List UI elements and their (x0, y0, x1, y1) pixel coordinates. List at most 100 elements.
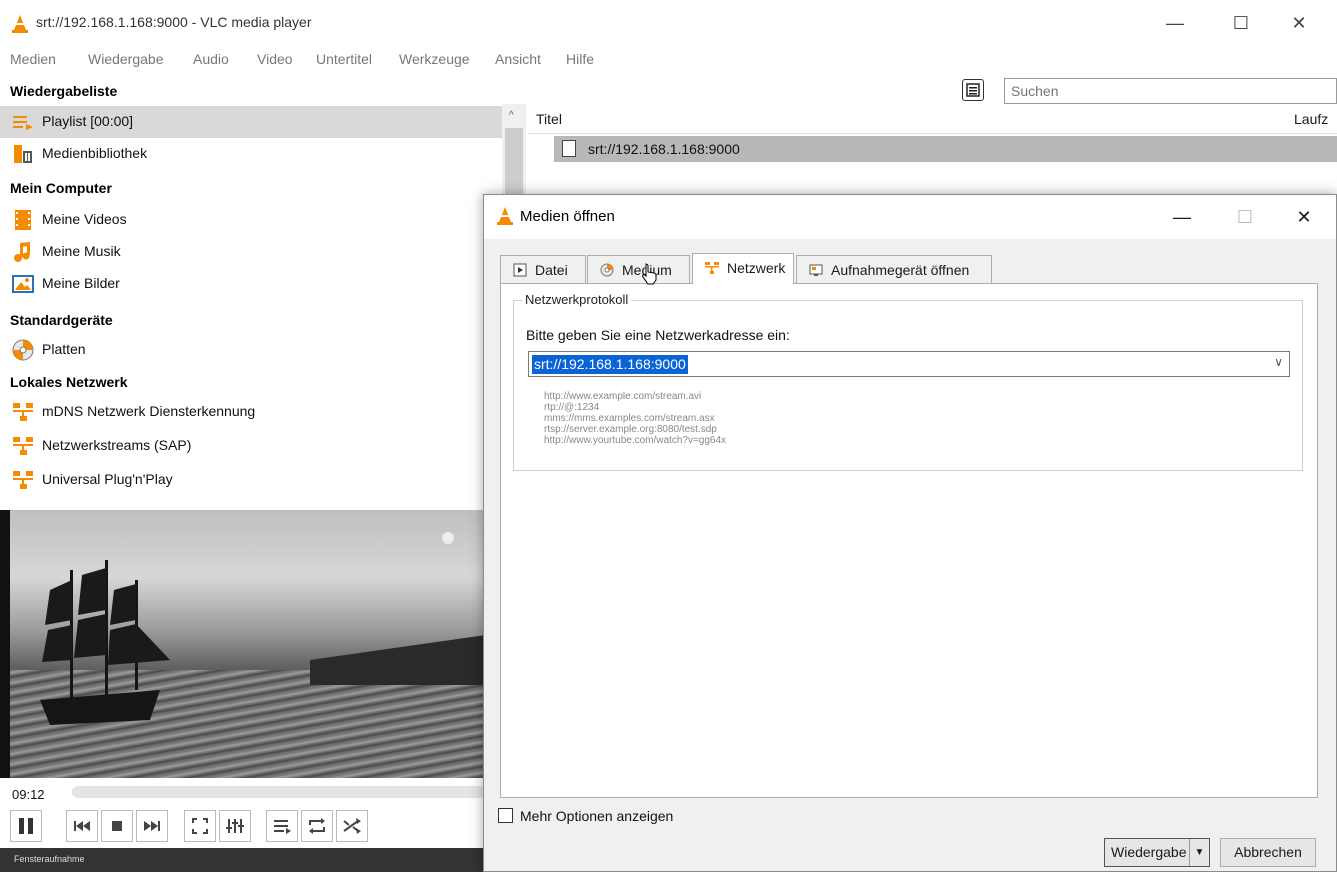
tab-datei[interactable]: Datei (500, 255, 586, 283)
network-tab-panel: Netzwerkprotokoll Bitte geben Sie eine N… (500, 283, 1318, 798)
video-output[interactable] (10, 510, 486, 778)
url-example: http://www.yourtube.com/watch?v=gg64x (544, 435, 727, 446)
network-icon (13, 403, 33, 421)
sidebar-item-meine-bilder[interactable]: Meine Bilder (0, 268, 502, 300)
sidebar-item-upnp[interactable]: Universal Plug'n'Play (0, 464, 502, 496)
capture-device-icon (809, 264, 823, 276)
playlist-view-toggle-button[interactable] (962, 79, 984, 101)
sidebar-item-media-library[interactable]: Medienbibliothek (0, 138, 502, 170)
section-title-lokales-netzwerk: Lokales Netzwerk (10, 374, 128, 390)
cancel-button[interactable]: Abbrechen (1220, 838, 1316, 867)
playlist-header: Titel Laufz (528, 104, 1337, 134)
tab-netzwerk[interactable]: Netzwerk (692, 253, 794, 284)
file-play-icon (513, 263, 527, 277)
playlist-row-title: srt://192.168.1.168:9000 (588, 141, 740, 157)
menu-bar: Medien Wiedergabe Audio Video Untertitel… (0, 46, 1337, 74)
sidebar: Wiedergabeliste Playlist [00:00] Medienb… (0, 76, 520, 506)
taskbar-preview-strip: Fensteraufnahme (0, 848, 490, 872)
equalizer-icon (226, 819, 244, 833)
menu-untertitel[interactable]: Untertitel (316, 51, 372, 67)
sidebar-item-label: mDNS Netzwerk Diensterkennung (42, 403, 256, 419)
shuffle-button[interactable] (336, 810, 368, 842)
sidebar-item-label: Platten (42, 341, 86, 357)
shuffle-icon (343, 818, 361, 834)
sidebar-item-meine-musik[interactable]: Meine Musik (0, 236, 502, 268)
loop-icon (309, 818, 325, 834)
sidebar-item-playlist[interactable]: Playlist [00:00] (0, 106, 502, 138)
menu-wiedergabe[interactable]: Wiedergabe (88, 51, 164, 67)
tab-medium[interactable]: Medium (587, 255, 690, 283)
sidebar-item-platten[interactable]: Platten (0, 334, 502, 366)
section-title-standardgeraete: Standardgeräte (10, 312, 113, 328)
video-letterbox (0, 510, 10, 778)
previous-button[interactable] (66, 810, 98, 842)
vlc-cone-icon (497, 207, 513, 225)
sidebar-item-label: Meine Videos (42, 211, 127, 227)
open-media-dialog: Medien öffnen — ☐ ✕ Datei Medium Netzwer… (483, 194, 1337, 872)
ship-silhouette-image (40, 532, 486, 725)
column-header-title[interactable]: Titel (536, 111, 562, 127)
play-button-label: Wiedergabe (1111, 844, 1187, 860)
minimize-button[interactable]: — (1152, 10, 1198, 36)
seek-bar[interactable] (72, 786, 486, 798)
network-url-combobox[interactable]: srt://192.168.1.168:9000 ∨ (528, 351, 1290, 377)
close-button[interactable]: ✕ (1276, 10, 1322, 36)
section-title-mein-computer: Mein Computer (10, 180, 112, 196)
network-address-prompt: Bitte geben Sie eine Netzwerkadresse ein… (526, 327, 790, 343)
taskbar-preview-label: Fensteraufnahme (14, 854, 85, 864)
url-examples: http://www.example.com/stream.avi rtp://… (544, 391, 726, 446)
url-example: rtsp://server.example.org:8080/test.sdp (544, 424, 717, 435)
network-url-value[interactable]: srt://192.168.1.168:9000 (532, 355, 688, 374)
menu-werkzeuge[interactable]: Werkzeuge (399, 51, 470, 67)
document-icon (562, 140, 576, 157)
play-button[interactable]: Wiedergabe ▼ (1104, 838, 1210, 867)
fullscreen-icon (192, 818, 208, 834)
sidebar-item-label: Meine Musik (42, 243, 121, 259)
sidebar-item-meine-videos[interactable]: Meine Videos (0, 204, 502, 236)
fullscreen-button[interactable] (184, 810, 216, 842)
maximize-button[interactable]: ☐ (1218, 10, 1264, 36)
tab-aufnahmegeraet[interactable]: Aufnahmegerät öffnen (796, 255, 992, 283)
more-options-label[interactable]: Mehr Optionen anzeigen (520, 808, 673, 824)
network-icon (13, 471, 33, 489)
sidebar-item-label: Playlist [00:00] (42, 113, 134, 129)
more-options-checkbox[interactable] (498, 808, 513, 823)
window-title: srt://192.168.1.168:9000 - VLC media pla… (36, 14, 312, 30)
playlist-toggle-button[interactable] (266, 810, 298, 842)
menu-audio[interactable]: Audio (193, 51, 229, 67)
menu-medien[interactable]: Medien (10, 51, 56, 67)
scroll-up-arrow-icon[interactable]: ^ (509, 110, 514, 121)
music-note-icon (14, 242, 30, 262)
mouse-cursor-icon (642, 263, 657, 285)
vlc-cone-icon (12, 15, 28, 33)
skip-forward-icon (144, 821, 160, 831)
sidebar-item-mdns[interactable]: mDNS Netzwerk Diensterkennung (0, 396, 502, 428)
group-title: Netzwerkprotokoll (522, 292, 632, 307)
column-header-duration[interactable]: Laufz (1294, 111, 1328, 127)
pause-button[interactable] (10, 810, 42, 842)
sidebar-item-label: Universal Plug'n'Play (42, 471, 173, 487)
sidebar-item-sap[interactable]: Netzwerkstreams (SAP) (0, 430, 502, 462)
sidebar-item-label: Netzwerkstreams (SAP) (42, 437, 192, 453)
extended-settings-button[interactable] (219, 810, 251, 842)
tab-label: Aufnahmegerät öffnen (831, 262, 970, 278)
menu-hilfe[interactable]: Hilfe (566, 51, 594, 67)
disc-icon (600, 263, 614, 277)
stop-button[interactable] (101, 810, 133, 842)
sidebar-item-label: Medienbibliothek (42, 145, 148, 161)
menu-ansicht[interactable]: Ansicht (495, 51, 541, 67)
media-library-icon (14, 145, 32, 163)
sidebar-header: Wiedergabeliste (10, 83, 118, 99)
playlist-row[interactable]: srt://192.168.1.168:9000 (554, 136, 1337, 162)
next-button[interactable] (136, 810, 168, 842)
chevron-down-icon[interactable]: ∨ (1274, 355, 1283, 369)
dialog-minimize-button[interactable]: — (1162, 205, 1202, 229)
dialog-maximize-button[interactable]: ☐ (1225, 205, 1265, 229)
picture-icon (12, 275, 34, 293)
search-input[interactable] (1004, 78, 1337, 104)
caret-down-icon[interactable]: ▼ (1189, 839, 1209, 866)
dialog-close-button[interactable]: ✕ (1284, 205, 1324, 229)
sidebar-item-label: Meine Bilder (42, 275, 120, 291)
menu-video[interactable]: Video (257, 51, 293, 67)
loop-button[interactable] (301, 810, 333, 842)
